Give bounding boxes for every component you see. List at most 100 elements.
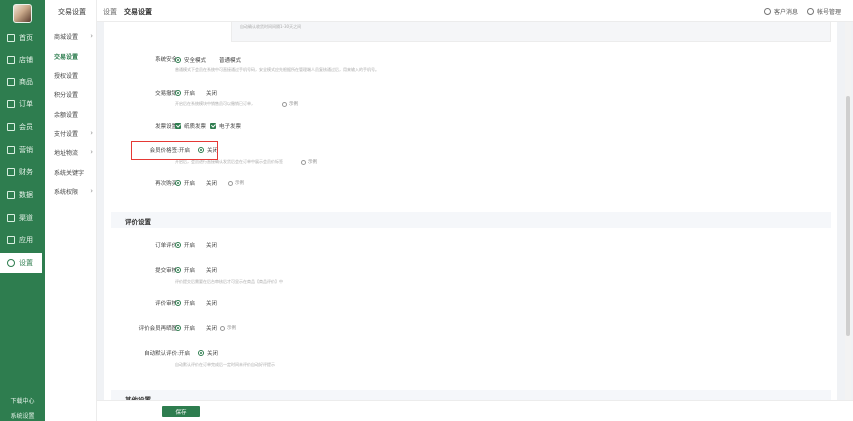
submenu-item-points[interactable]: 积分设置: [54, 90, 94, 99]
avatar[interactable]: [13, 4, 32, 23]
question-icon: [220, 325, 225, 331]
nav-label: 渠道: [19, 214, 33, 222]
chevron-right-icon: ›: [90, 129, 93, 137]
trade-revoke-off-radio[interactable]: 关闭: [206, 89, 217, 97]
submenu-item-balance[interactable]: 余额设置: [54, 110, 94, 119]
channel-icon: [7, 214, 15, 222]
review-audit-off-radio[interactable]: 关闭: [206, 299, 217, 307]
submenu-item-keywords[interactable]: 系统关键字: [54, 168, 94, 177]
nav-label: 商品: [19, 78, 33, 86]
finance-icon: [7, 168, 15, 176]
submenu-label: 支付设置: [54, 131, 79, 138]
rebuy-off-radio[interactable]: 关闭: [206, 179, 217, 187]
submenu-item-trade[interactable]: 交易设置: [54, 52, 94, 61]
radio-checked: [175, 325, 181, 331]
option-label: 关闭: [206, 268, 218, 274]
submit-audit-on-radio[interactable]: 开启: [175, 266, 195, 274]
system-security-desc: 普通模式下会员在系统中可直接通过手机号码，安全模式应先根据所在管理端人员复核通过…: [175, 67, 379, 72]
submenu-label: 系统权限: [54, 189, 79, 196]
option-label: 关闭: [207, 351, 219, 357]
submit-audit-off-radio[interactable]: 关闭: [206, 266, 217, 274]
radio-checked: [175, 300, 181, 306]
submenu-item-payment[interactable]: 支付设置 ›: [54, 129, 94, 138]
question-icon: [301, 159, 306, 165]
row-trade-revoke-label-wrap: 交易撤销:: [104, 89, 179, 99]
option-label: 安全模式: [184, 58, 207, 64]
save-button[interactable]: 保存: [162, 406, 200, 417]
nav-item-members[interactable]: 会员: [0, 117, 45, 137]
submenu-item-permissions[interactable]: 系统权限 ›: [54, 187, 94, 196]
messages-link[interactable]: 客户消息: [764, 7, 798, 16]
submenu-item-auth[interactable]: 授权设置: [54, 71, 94, 80]
nav-item-apps[interactable]: 应用: [0, 230, 45, 250]
radio-checked: [175, 267, 181, 273]
nav-item-home[interactable]: 首页: [0, 28, 45, 48]
review-photo-example-link[interactable]: 示例: [220, 325, 236, 331]
security-mode-safe-radio[interactable]: 安全模式: [175, 56, 206, 64]
submenu-label: 积分设置: [54, 92, 79, 99]
option-label: 关闭: [206, 243, 218, 249]
submenu-item-logistics[interactable]: 地址物流 ›: [54, 148, 94, 157]
system-settings-link[interactable]: 系统设置: [0, 411, 45, 420]
submenu-item-mall[interactable]: 商城设置 ›: [54, 32, 94, 41]
invoice-electronic-checkbox[interactable]: 电子发票: [210, 122, 241, 130]
order-review-off-radio[interactable]: 关闭: [206, 241, 217, 249]
app: 首页 店铺 商品 订单 会员 营销 财务 数据 渠道 应用 设置 下载中心 系统…: [0, 0, 853, 421]
option-label: 关闭: [206, 91, 218, 97]
auto-review-label: 自动默认评价:: [144, 351, 179, 357]
nav-item-finance[interactable]: 财务: [0, 162, 45, 182]
option-label: 开启: [184, 301, 196, 307]
nav-label: 应用: [19, 236, 33, 244]
row-auto-review-label-wrap: 自动默认评价:: [104, 349, 179, 359]
radio-checked: [198, 350, 204, 356]
radio-checked: [175, 90, 181, 96]
section-review-header: 评价设置: [111, 212, 831, 228]
rebuy-on-radio[interactable]: 开启: [175, 179, 195, 187]
review-audit-on-radio[interactable]: 开启: [175, 299, 195, 307]
rebuy-example-link[interactable]: 示例: [228, 180, 244, 186]
account-link[interactable]: 帐号管理: [807, 7, 841, 16]
option-label: 关闭: [206, 181, 218, 187]
nav-item-channel[interactable]: 渠道: [0, 208, 45, 228]
review-photo-off-radio[interactable]: 关闭: [206, 324, 217, 332]
nav-label: 财务: [19, 168, 33, 176]
nav-label: 设置: [19, 259, 33, 267]
breadcrumb-parent[interactable]: 设置: [103, 7, 117, 17]
nav-item-orders[interactable]: 订单: [0, 94, 45, 114]
top-hint-box: 自动确认收货时间间隔1-30天之间: [231, 22, 831, 42]
chevron-right-icon: ›: [90, 148, 93, 156]
nav-item-settings[interactable]: 设置: [0, 253, 42, 273]
nav-item-data[interactable]: 数据: [0, 185, 45, 205]
account-label: 帐号管理: [817, 9, 842, 16]
member-price-example-link[interactable]: 示例: [301, 159, 317, 165]
invoice-paper-checkbox[interactable]: 纸质发票: [175, 122, 206, 130]
trade-revoke-on-radio[interactable]: 开启: [175, 89, 195, 97]
trade-revoke-example-link[interactable]: 示例: [282, 101, 298, 107]
row-submit-audit-label-wrap: 提交审核:: [104, 266, 179, 276]
row-rebuy-label-wrap: 再次购买:: [104, 179, 179, 189]
review-photo-on-radio[interactable]: 开启: [175, 324, 195, 332]
auto-review-off-radio[interactable]: 关闭: [198, 349, 218, 357]
bottom-action-bar: 保存: [97, 400, 853, 421]
security-mode-normal-radio[interactable]: 普通模式: [219, 56, 241, 64]
option-label: 开启: [184, 268, 196, 274]
option-label: 电子发票: [219, 124, 242, 130]
option-label: 开启: [184, 91, 196, 97]
nav-label: 首页: [19, 34, 33, 42]
scrollbar[interactable]: [845, 22, 851, 400]
option-label: 关闭: [206, 301, 218, 307]
nav-item-goods[interactable]: 商品: [0, 72, 45, 92]
user-icon: [807, 8, 814, 15]
download-center-link[interactable]: 下载中心: [0, 396, 45, 405]
store-icon: [7, 56, 15, 64]
nav-item-store[interactable]: 店铺: [0, 50, 45, 70]
settings-icon: [7, 259, 15, 267]
radio-checked: [175, 180, 181, 186]
submenu-label: 授权设置: [54, 73, 79, 80]
scrollbar-thumb[interactable]: [846, 96, 850, 336]
radio-checked: [175, 242, 181, 248]
nav-item-marketing[interactable]: 营销: [0, 140, 45, 160]
auto-review-on-radio[interactable]: 开启: [179, 349, 190, 357]
submenu-label: 余额设置: [54, 112, 79, 119]
order-review-on-radio[interactable]: 开启: [175, 241, 195, 249]
